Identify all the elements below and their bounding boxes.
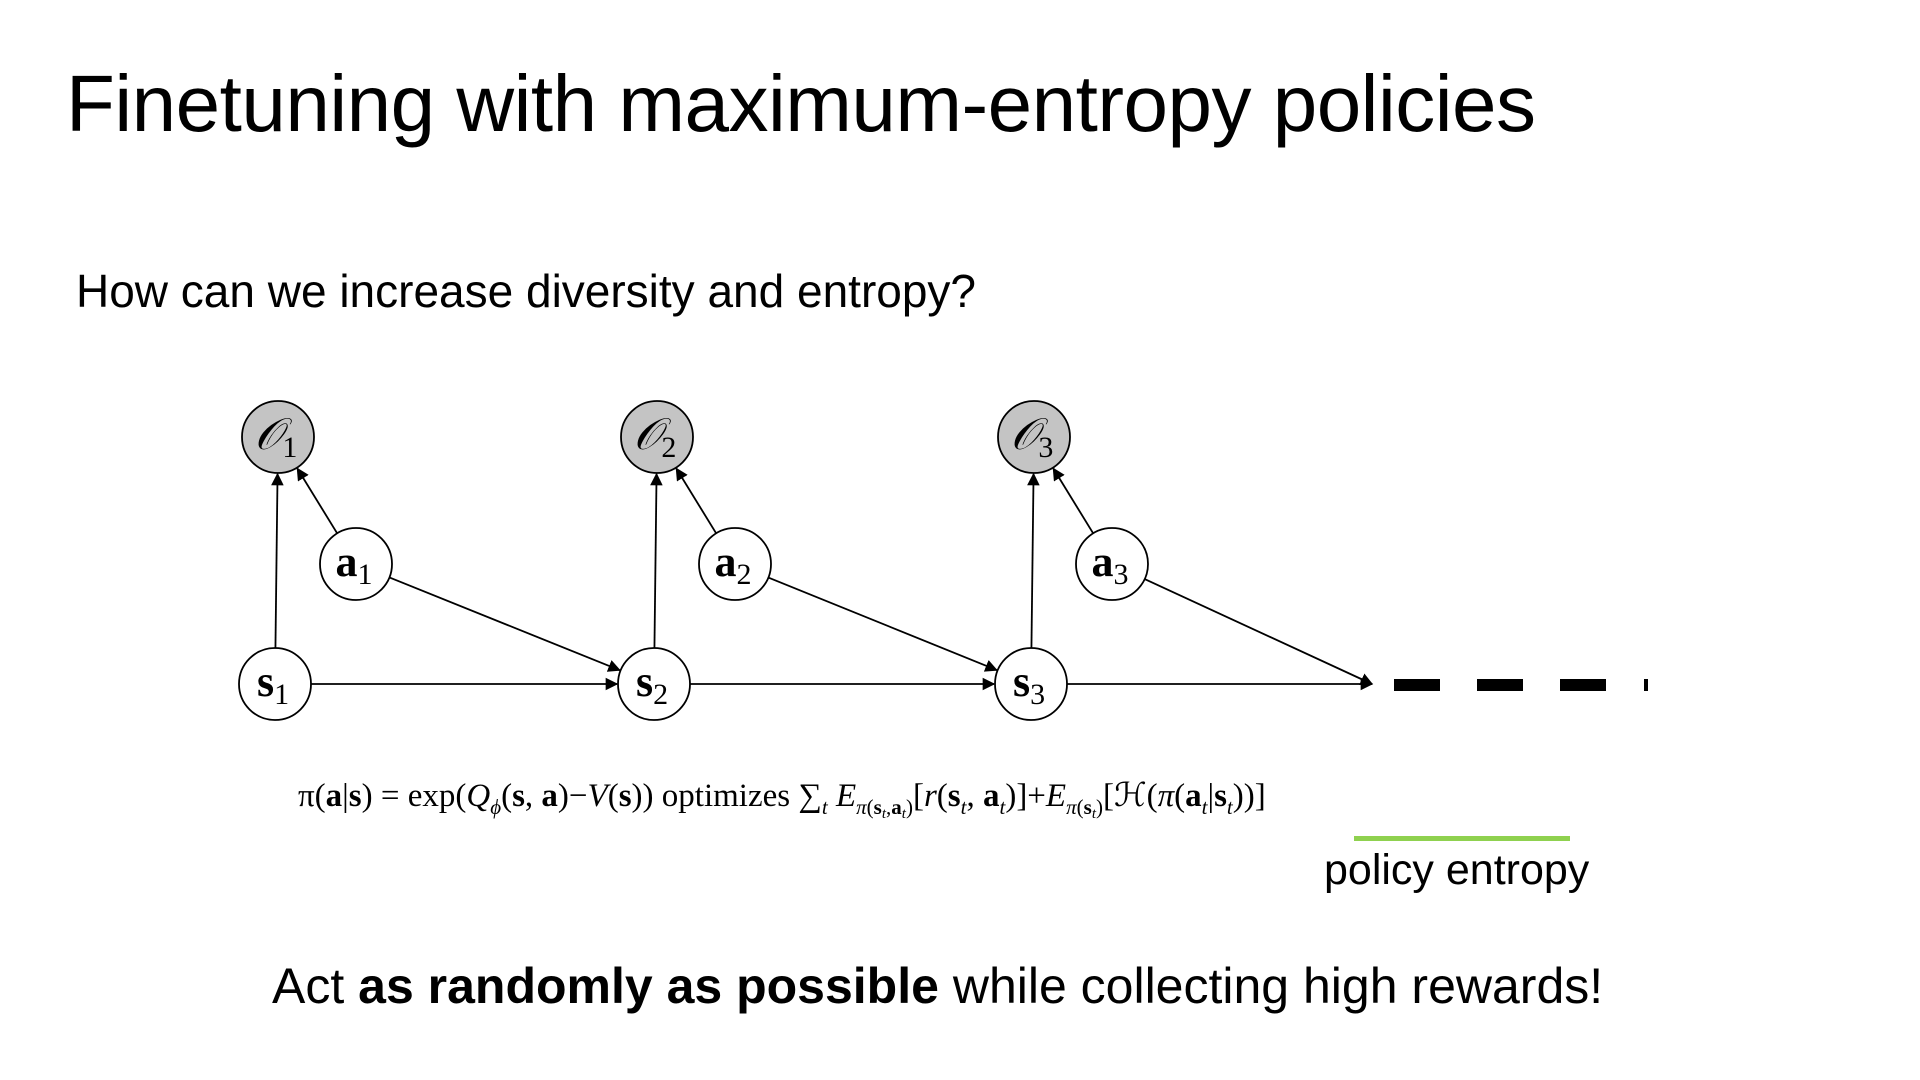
action-node-2: a2 <box>698 527 772 601</box>
graphical-model-diagram: 𝒪1a1s1 𝒪2a2s2 𝒪3a3s3 <box>238 400 1648 721</box>
takeaway-suffix: while collecting high rewards! <box>938 958 1604 1014</box>
edge-s3-to-o3 <box>1027 472 1040 649</box>
optimality-node-1: 𝒪1 <box>241 400 315 474</box>
edge-a1-to-next <box>389 576 621 672</box>
policy-entropy-label: policy entropy <box>1324 846 1590 894</box>
edge-a1-to-o1 <box>296 467 338 534</box>
edge-a2-to-next <box>768 576 998 672</box>
state-node-2: s2 <box>617 647 691 721</box>
optimality-node-2: 𝒪2 <box>620 400 694 474</box>
edge-a3-to-o3 <box>1052 467 1094 534</box>
continuation-dashes <box>1394 679 1648 691</box>
diagram-nodes: 𝒪1a1s1 𝒪2a2s2 𝒪3a3s3 <box>238 400 1149 721</box>
state-node-1: s1 <box>238 647 312 721</box>
action-node-3: a3 <box>1075 527 1149 601</box>
diagram-edges <box>271 467 1374 691</box>
action-node-1: a1 <box>319 527 393 601</box>
optimality-node-3: 𝒪3 <box>997 400 1071 474</box>
takeaway-prefix: Act <box>272 958 359 1014</box>
edge-s1-to-o1 <box>271 472 284 649</box>
formula-text: π(a|s) = exp(Qϕ(s, a)−V(s)) optimizes ∑t… <box>298 778 1266 822</box>
policy-entropy-underline <box>1354 836 1570 841</box>
edge-a2-to-o2 <box>675 467 717 534</box>
takeaway-emphasis: as randomly as possible <box>358 958 939 1014</box>
edge-a3-to-next <box>1144 578 1374 685</box>
state-node-3: s3 <box>994 647 1068 721</box>
edge-s2-to-o2 <box>650 472 663 649</box>
takeaway-sentence: Act as randomly as possible while collec… <box>272 957 1603 1015</box>
max-entropy-objective-formula: π(a|s) = exp(Qϕ(s, a)−V(s)) optimizes ∑t… <box>298 775 1266 823</box>
